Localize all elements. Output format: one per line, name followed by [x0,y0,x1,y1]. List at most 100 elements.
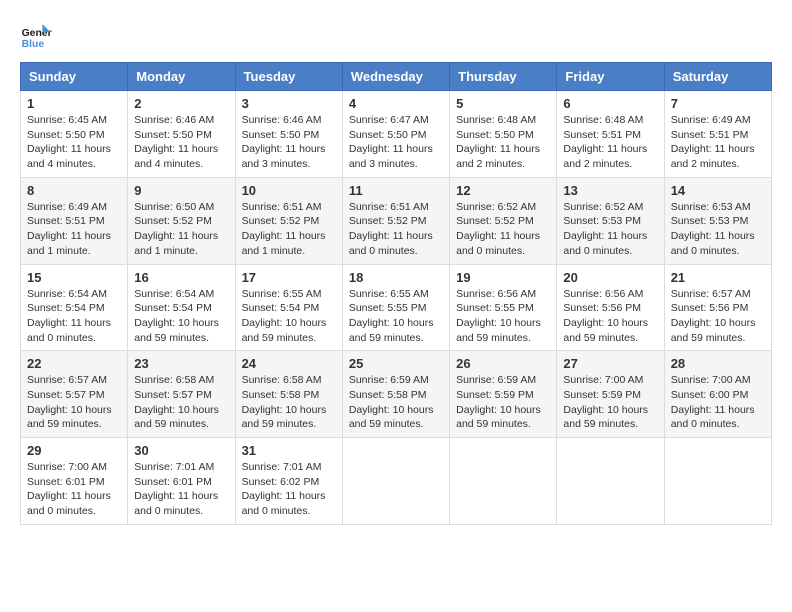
cell-content: Sunrise: 6:48 AMSunset: 5:50 PMDaylight:… [456,113,550,172]
calendar-cell: 24 Sunrise: 6:58 AMSunset: 5:58 PMDaylig… [235,351,342,438]
calendar-cell: 13 Sunrise: 6:52 AMSunset: 5:53 PMDaylig… [557,177,664,264]
cell-content: Sunrise: 6:46 AMSunset: 5:50 PMDaylight:… [242,113,336,172]
calendar-cell: 16 Sunrise: 6:54 AMSunset: 5:54 PMDaylig… [128,264,235,351]
day-number: 29 [27,443,121,458]
day-number: 20 [563,270,657,285]
cell-content: Sunrise: 6:57 AMSunset: 5:56 PMDaylight:… [671,287,765,346]
calendar-cell: 4 Sunrise: 6:47 AMSunset: 5:50 PMDayligh… [342,91,449,178]
calendar-cell: 17 Sunrise: 6:55 AMSunset: 5:54 PMDaylig… [235,264,342,351]
calendar-cell: 23 Sunrise: 6:58 AMSunset: 5:57 PMDaylig… [128,351,235,438]
cell-content: Sunrise: 6:46 AMSunset: 5:50 PMDaylight:… [134,113,228,172]
calendar-cell: 29 Sunrise: 7:00 AMSunset: 6:01 PMDaylig… [21,438,128,525]
cell-content: Sunrise: 7:00 AMSunset: 5:59 PMDaylight:… [563,373,657,432]
day-number: 26 [456,356,550,371]
calendar-cell: 9 Sunrise: 6:50 AMSunset: 5:52 PMDayligh… [128,177,235,264]
cell-content: Sunrise: 6:58 AMSunset: 5:57 PMDaylight:… [134,373,228,432]
calendar-cell: 22 Sunrise: 6:57 AMSunset: 5:57 PMDaylig… [21,351,128,438]
calendar-cell: 28 Sunrise: 7:00 AMSunset: 6:00 PMDaylig… [664,351,771,438]
day-number: 19 [456,270,550,285]
day-number: 5 [456,96,550,111]
day-number: 15 [27,270,121,285]
day-number: 23 [134,356,228,371]
calendar-cell [664,438,771,525]
calendar-cell [557,438,664,525]
day-number: 6 [563,96,657,111]
cell-content: Sunrise: 6:51 AMSunset: 5:52 PMDaylight:… [349,200,443,259]
cell-content: Sunrise: 6:57 AMSunset: 5:57 PMDaylight:… [27,373,121,432]
cell-content: Sunrise: 6:47 AMSunset: 5:50 PMDaylight:… [349,113,443,172]
cell-content: Sunrise: 7:00 AMSunset: 6:01 PMDaylight:… [27,460,121,519]
cell-content: Sunrise: 6:55 AMSunset: 5:55 PMDaylight:… [349,287,443,346]
calendar-cell: 20 Sunrise: 6:56 AMSunset: 5:56 PMDaylig… [557,264,664,351]
calendar-week-row: 1 Sunrise: 6:45 AMSunset: 5:50 PMDayligh… [21,91,772,178]
column-header-wednesday: Wednesday [342,63,449,91]
calendar-table: SundayMondayTuesdayWednesdayThursdayFrid… [20,62,772,525]
day-number: 1 [27,96,121,111]
calendar-cell: 3 Sunrise: 6:46 AMSunset: 5:50 PMDayligh… [235,91,342,178]
cell-content: Sunrise: 6:54 AMSunset: 5:54 PMDaylight:… [27,287,121,346]
calendar-cell: 6 Sunrise: 6:48 AMSunset: 5:51 PMDayligh… [557,91,664,178]
day-number: 31 [242,443,336,458]
column-header-saturday: Saturday [664,63,771,91]
cell-content: Sunrise: 6:52 AMSunset: 5:52 PMDaylight:… [456,200,550,259]
calendar-cell: 5 Sunrise: 6:48 AMSunset: 5:50 PMDayligh… [450,91,557,178]
cell-content: Sunrise: 6:56 AMSunset: 5:56 PMDaylight:… [563,287,657,346]
calendar-cell: 31 Sunrise: 7:01 AMSunset: 6:02 PMDaylig… [235,438,342,525]
cell-content: Sunrise: 6:48 AMSunset: 5:51 PMDaylight:… [563,113,657,172]
calendar-cell: 2 Sunrise: 6:46 AMSunset: 5:50 PMDayligh… [128,91,235,178]
cell-content: Sunrise: 6:53 AMSunset: 5:53 PMDaylight:… [671,200,765,259]
day-number: 9 [134,183,228,198]
calendar-week-row: 22 Sunrise: 6:57 AMSunset: 5:57 PMDaylig… [21,351,772,438]
day-number: 22 [27,356,121,371]
calendar-cell: 15 Sunrise: 6:54 AMSunset: 5:54 PMDaylig… [21,264,128,351]
calendar-cell: 18 Sunrise: 6:55 AMSunset: 5:55 PMDaylig… [342,264,449,351]
calendar-week-row: 29 Sunrise: 7:00 AMSunset: 6:01 PMDaylig… [21,438,772,525]
day-number: 8 [27,183,121,198]
column-header-sunday: Sunday [21,63,128,91]
day-number: 12 [456,183,550,198]
cell-content: Sunrise: 6:51 AMSunset: 5:52 PMDaylight:… [242,200,336,259]
cell-content: Sunrise: 6:59 AMSunset: 5:58 PMDaylight:… [349,373,443,432]
day-number: 2 [134,96,228,111]
calendar-week-row: 15 Sunrise: 6:54 AMSunset: 5:54 PMDaylig… [21,264,772,351]
svg-text:Blue: Blue [22,39,45,50]
day-number: 25 [349,356,443,371]
logo-icon: General Blue [20,20,52,52]
calendar-cell: 8 Sunrise: 6:49 AMSunset: 5:51 PMDayligh… [21,177,128,264]
calendar-cell: 11 Sunrise: 6:51 AMSunset: 5:52 PMDaylig… [342,177,449,264]
day-number: 7 [671,96,765,111]
cell-content: Sunrise: 7:01 AMSunset: 6:01 PMDaylight:… [134,460,228,519]
column-header-monday: Monday [128,63,235,91]
cell-content: Sunrise: 7:00 AMSunset: 6:00 PMDaylight:… [671,373,765,432]
day-number: 11 [349,183,443,198]
calendar-header-row: SundayMondayTuesdayWednesdayThursdayFrid… [21,63,772,91]
day-number: 10 [242,183,336,198]
cell-content: Sunrise: 7:01 AMSunset: 6:02 PMDaylight:… [242,460,336,519]
calendar-cell: 26 Sunrise: 6:59 AMSunset: 5:59 PMDaylig… [450,351,557,438]
day-number: 18 [349,270,443,285]
calendar-cell: 12 Sunrise: 6:52 AMSunset: 5:52 PMDaylig… [450,177,557,264]
day-number: 24 [242,356,336,371]
column-header-tuesday: Tuesday [235,63,342,91]
calendar-cell: 25 Sunrise: 6:59 AMSunset: 5:58 PMDaylig… [342,351,449,438]
calendar-cell [450,438,557,525]
cell-content: Sunrise: 6:55 AMSunset: 5:54 PMDaylight:… [242,287,336,346]
cell-content: Sunrise: 6:56 AMSunset: 5:55 PMDaylight:… [456,287,550,346]
calendar-cell: 7 Sunrise: 6:49 AMSunset: 5:51 PMDayligh… [664,91,771,178]
cell-content: Sunrise: 6:54 AMSunset: 5:54 PMDaylight:… [134,287,228,346]
calendar-cell: 27 Sunrise: 7:00 AMSunset: 5:59 PMDaylig… [557,351,664,438]
day-number: 21 [671,270,765,285]
day-number: 27 [563,356,657,371]
cell-content: Sunrise: 6:49 AMSunset: 5:51 PMDaylight:… [27,200,121,259]
calendar-cell [342,438,449,525]
cell-content: Sunrise: 6:52 AMSunset: 5:53 PMDaylight:… [563,200,657,259]
calendar-cell: 1 Sunrise: 6:45 AMSunset: 5:50 PMDayligh… [21,91,128,178]
day-number: 3 [242,96,336,111]
cell-content: Sunrise: 6:50 AMSunset: 5:52 PMDaylight:… [134,200,228,259]
day-number: 13 [563,183,657,198]
header: General Blue [20,20,772,52]
cell-content: Sunrise: 6:45 AMSunset: 5:50 PMDaylight:… [27,113,121,172]
day-number: 16 [134,270,228,285]
calendar-cell: 19 Sunrise: 6:56 AMSunset: 5:55 PMDaylig… [450,264,557,351]
calendar-cell: 14 Sunrise: 6:53 AMSunset: 5:53 PMDaylig… [664,177,771,264]
